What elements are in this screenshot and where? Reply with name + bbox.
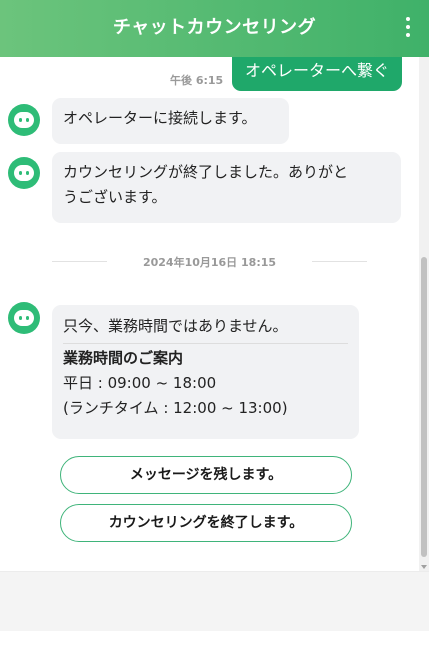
connect-operator-button[interactable]: オペレーターへ繋ぐ (232, 57, 402, 91)
bot-avatar-icon (8, 302, 40, 334)
bot-avatar-icon (8, 104, 40, 136)
chat-scrollbar[interactable] (419, 57, 429, 571)
bot-message-bubble: オペレーターに接続します。 (52, 98, 289, 144)
leave-message-button[interactable]: メッセージを残します。 (60, 456, 352, 494)
date-separator-text: 2024年10月16日 18:15 (142, 256, 277, 269)
business-hours-bubble: 只今、業務時間ではありません。 業務時間のご案内 平日 : 09:00 ~ 18… (52, 305, 359, 439)
header-title: チャットカウンセリング (112, 17, 317, 38)
message-text: オペレーターに接続します。 (63, 109, 257, 127)
chat-header: チャットカウンセリング (0, 0, 429, 57)
scroll-down-arrow-icon[interactable] (421, 565, 427, 569)
kebab-menu-icon[interactable] (404, 17, 412, 39)
chat-input-area (0, 571, 429, 632)
message-timestamp: 午後 6:15 (170, 74, 224, 87)
bottom-strip (0, 631, 429, 647)
message-text-line: うございます。 (63, 188, 167, 206)
bot-avatar-icon (8, 157, 40, 189)
business-hours-title: 業務時間のご案内 (63, 349, 184, 367)
scrollbar-thumb[interactable] (421, 257, 427, 557)
business-hours-intro: 只今、業務時間ではありません。 (63, 317, 288, 335)
chat-message-area[interactable]: オペレーターへ繋ぐ 午後 6:15 オペレーターに接続します。 カウンセリングが… (0, 57, 419, 571)
date-separator: 2024年10月16日 18:15 (52, 252, 367, 272)
chat-app: チャットカウンセリング オペレーターへ繋ぐ 午後 6:15 オペレーターに接続し… (0, 0, 429, 647)
business-hours-weekday: 平日 : 09:00 ~ 18:00 (63, 374, 217, 392)
bot-message-bubble: カウンセリングが終了しました。ありがと うございます。 (52, 152, 401, 223)
message-text-line: カウンセリングが終了しました。ありがと (63, 163, 349, 181)
end-counseling-button[interactable]: カウンセリングを終了します。 (60, 504, 352, 542)
business-hours-lunch: (ランチタイム : 12:00 ~ 13:00) (63, 399, 288, 417)
